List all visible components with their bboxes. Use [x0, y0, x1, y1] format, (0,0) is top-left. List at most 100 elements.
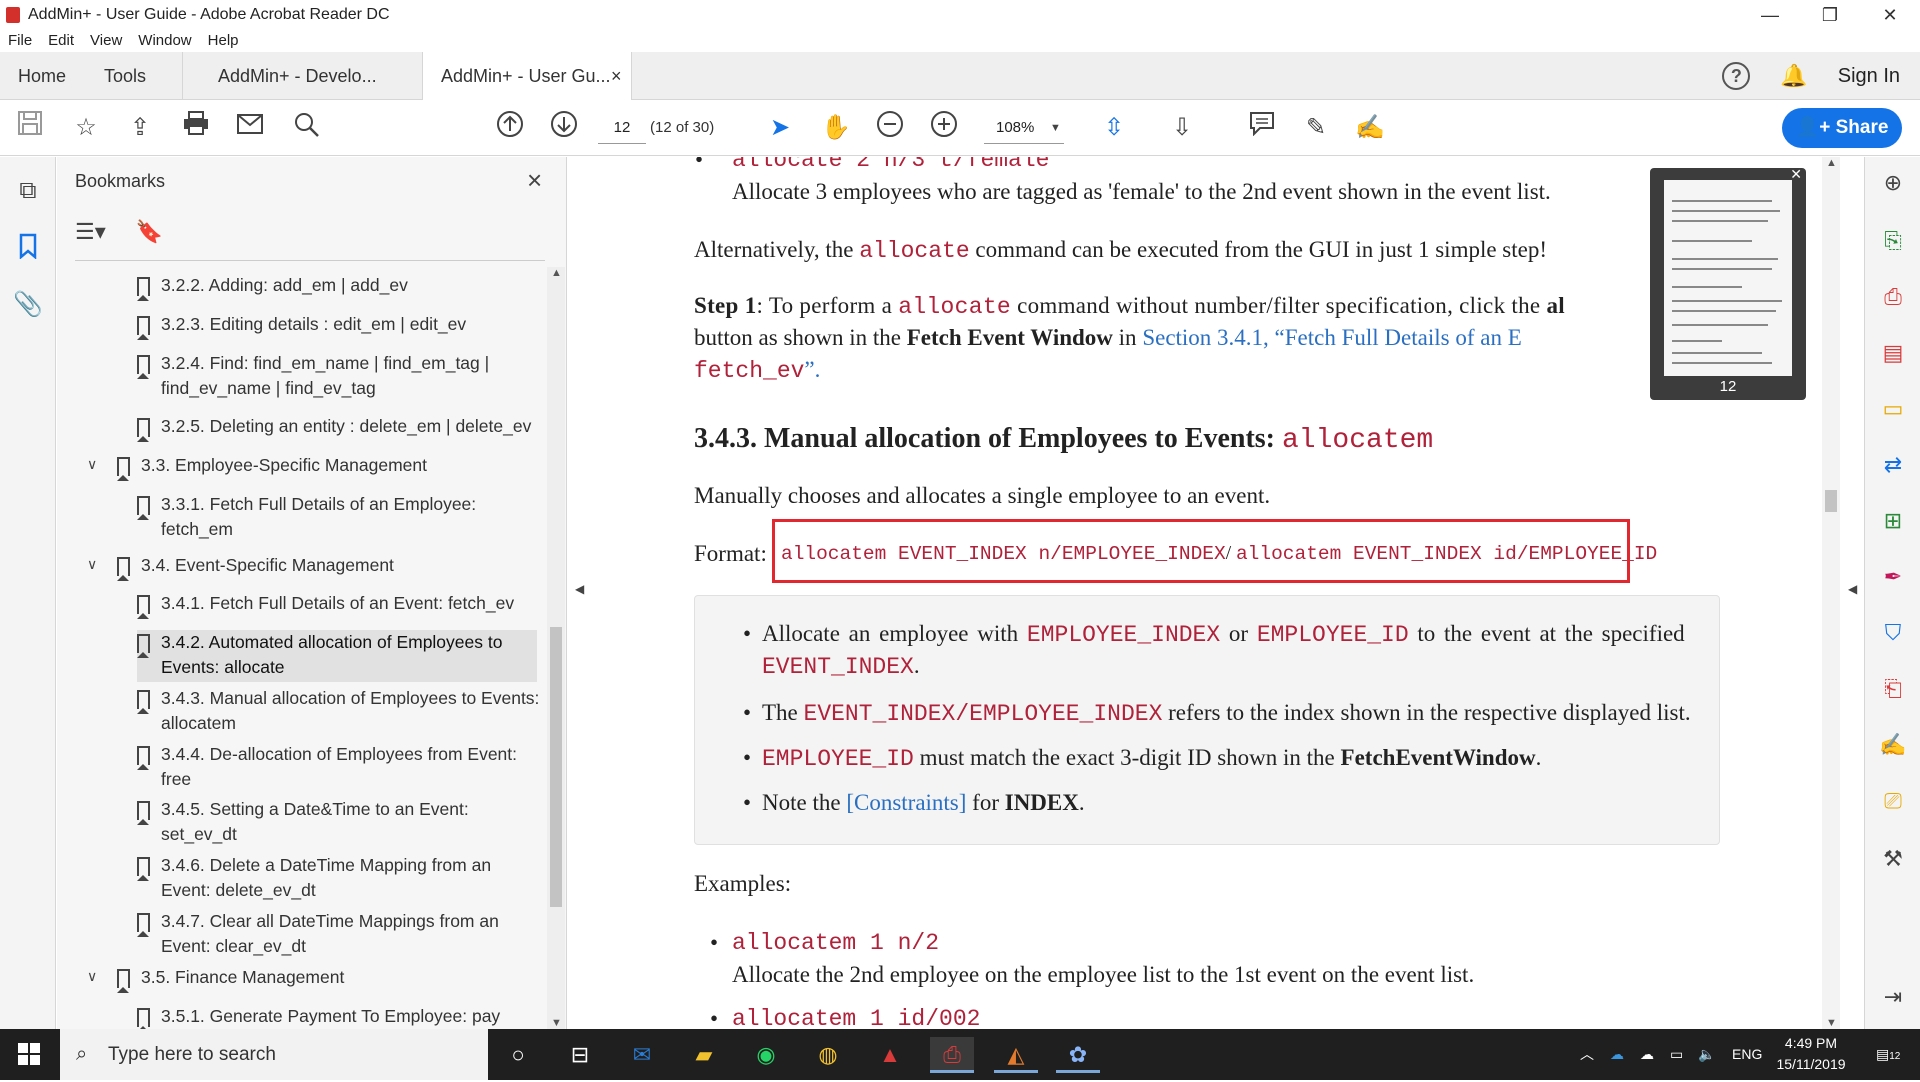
tab-close-icon[interactable]: ×	[611, 52, 622, 100]
comment-icon[interactable]	[1244, 110, 1280, 146]
sign-in-link[interactable]: Sign In	[1838, 65, 1900, 88]
menu-help[interactable]: Help	[208, 30, 239, 52]
star-bookmark-icon[interactable]: ☆	[68, 110, 104, 146]
scroll-up-icon[interactable]: ▲	[1826, 157, 1837, 169]
next-page-icon[interactable]	[546, 110, 582, 146]
bookmark-item[interactable]: 3.5.1. Generate Payment To Employee: pay	[137, 1004, 537, 1029]
windows-start-icon[interactable]	[18, 1043, 40, 1065]
tab-user-guide[interactable]: AddMin+ - User Gu... ×	[422, 52, 632, 101]
file-explorer-icon[interactable]: ▰	[682, 1037, 726, 1073]
compress-pdf-icon[interactable]: ⊞	[1877, 505, 1909, 537]
bookmark-options-icon[interactable]: ☰▾	[75, 219, 106, 245]
chevron-down-icon[interactable]: ▼	[1050, 112, 1061, 144]
battery-icon[interactable]: ▭	[1670, 1029, 1683, 1080]
scrollbar-thumb[interactable]	[1825, 490, 1837, 512]
clock[interactable]: 4:49 PM 15/11/2019	[1766, 1033, 1856, 1075]
new-bookmark-icon[interactable]: 🔖	[136, 219, 163, 245]
chevron-down-icon[interactable]: ∨	[87, 968, 97, 985]
scroll-down-icon[interactable]: ▼	[551, 1017, 562, 1029]
volume-icon[interactable]: 🔈	[1698, 1029, 1715, 1080]
notification-icon[interactable]: ▤12	[1876, 1029, 1900, 1080]
bookmark-item[interactable]: 3.3.1. Fetch Full Details of an Employee…	[137, 492, 537, 544]
bookmark-item[interactable]: 3.2.4. Find: find_em_name | find_em_tag …	[137, 351, 537, 403]
zoom-search-icon[interactable]: ⊕	[1877, 167, 1909, 199]
bookmark-item[interactable]: 3.4.3. Manual allocation of Employees to…	[137, 686, 539, 738]
cortana-icon[interactable]: ○	[496, 1037, 540, 1073]
fit-page-icon[interactable]: ⇳	[1096, 110, 1132, 146]
save-icon[interactable]	[12, 110, 48, 146]
taskbar-search-box[interactable]: ⌕ Type here to search	[60, 1029, 488, 1080]
bookmark-item[interactable]: 3.4.1. Fetch Full Details of an Event: f…	[137, 591, 537, 619]
bookmark-item[interactable]: 3.4.6. Delete a DateTime Mapping from an…	[137, 853, 537, 905]
more-tools-icon[interactable]: ⚒	[1877, 843, 1909, 875]
whatsapp-icon[interactable]: ◉	[744, 1037, 788, 1073]
bookmark-scrollbar[interactable]: ▲ ▼	[547, 267, 565, 1029]
constraints-link[interactable]: [Constraints]	[846, 790, 966, 815]
bookmark-item[interactable]: 3.5. Finance Management	[117, 965, 537, 993]
onedrive-icon[interactable]: ☁	[1610, 1029, 1624, 1080]
matlab-icon[interactable]: ◭	[994, 1037, 1038, 1073]
edit-pdf-icon[interactable]: ⎗	[1877, 673, 1909, 705]
page-thumbnails-icon[interactable]: ⧉	[12, 175, 44, 207]
zoom-in-icon[interactable]	[926, 110, 962, 146]
bookmark-item[interactable]: 3.4.4. De-allocation of Employees from E…	[137, 742, 537, 794]
sign-icon[interactable]: ✍	[1352, 110, 1388, 146]
tab-developer-guide[interactable]: AddMin+ - Develo...	[200, 52, 410, 100]
paint-icon[interactable]: ✿	[1056, 1037, 1100, 1073]
bookmark-item-selected[interactable]: 3.4.2. Automated allocation of Employees…	[137, 630, 537, 682]
protect-shield-icon[interactable]: ⛉	[1877, 617, 1909, 649]
highlight-pen-icon[interactable]: ✎	[1298, 110, 1334, 146]
collapse-rail-icon[interactable]: ⇥	[1877, 981, 1909, 1013]
tab-home[interactable]: Home	[0, 52, 66, 100]
hand-tool-icon[interactable]: ✋	[818, 110, 854, 146]
menu-edit[interactable]: Edit	[48, 30, 74, 52]
bell-icon[interactable]: 🔔	[1780, 63, 1807, 89]
outlook-icon[interactable]: ✉	[620, 1037, 664, 1073]
scroll-down-icon[interactable]: ▼	[1826, 1017, 1837, 1029]
chevron-down-icon[interactable]: ∨	[87, 456, 97, 473]
bookmark-item[interactable]: 3.4. Event-Specific Management	[117, 553, 537, 581]
page-thumbnail-popup[interactable]: ✕ 12	[1650, 166, 1806, 400]
export-pdf-icon[interactable]: ⎘	[1877, 225, 1909, 257]
angular-icon[interactable]: ▲	[868, 1037, 912, 1073]
organize-pages-icon[interactable]: ▤	[1877, 337, 1909, 369]
section-link[interactable]: Section 3.4.1, “Fetch Full Details of an…	[1142, 325, 1521, 350]
tab-tools[interactable]: Tools	[86, 52, 146, 100]
expand-right-panel-icon[interactable]: ◀	[1848, 582, 1857, 596]
mail-icon[interactable]	[232, 110, 268, 146]
create-pdf-icon[interactable]: ⎙	[1877, 281, 1909, 313]
select-cursor-icon[interactable]: ➤	[762, 110, 798, 146]
document-scrollbar[interactable]: ▲ ▼	[1822, 157, 1840, 1029]
help-icon[interactable]: ?	[1722, 62, 1751, 90]
combine-files-icon[interactable]: ⇄	[1877, 449, 1909, 481]
previous-page-icon[interactable]	[492, 110, 528, 146]
bookmark-item[interactable]: 3.2.2. Adding: add_em | add_ev	[137, 273, 537, 301]
minimize-button[interactable]: —	[1740, 0, 1800, 30]
menu-file[interactable]: File	[8, 30, 32, 52]
send-for-signature-icon[interactable]: ✍	[1877, 729, 1909, 761]
close-icon[interactable]: ✕	[1790, 166, 1802, 183]
bookmark-item[interactable]: 3.3. Employee-Specific Management	[117, 453, 537, 481]
scrollbar-thumb[interactable]	[550, 627, 562, 907]
comment-tool-icon[interactable]: ▭	[1877, 393, 1909, 425]
close-window-button[interactable]: ✕	[1860, 0, 1920, 30]
fill-sign-icon[interactable]: ✒	[1877, 561, 1909, 593]
cloud-icon[interactable]: ☁	[1640, 1029, 1654, 1080]
bookmarks-icon[interactable]	[12, 233, 44, 265]
attachments-icon[interactable]: 📎	[12, 289, 44, 321]
close-icon[interactable]: ×	[527, 165, 542, 196]
task-view-icon[interactable]: ⊟	[558, 1037, 602, 1073]
send-track-icon[interactable]: ⎚	[1877, 785, 1909, 817]
chevron-down-icon[interactable]: ∨	[87, 556, 97, 573]
chrome-icon[interactable]: ◍	[806, 1037, 850, 1073]
page-number-input[interactable]: 12	[598, 112, 646, 144]
show-hidden-icons[interactable]: ︿	[1580, 1029, 1594, 1080]
bookmark-item[interactable]: 3.4.7. Clear all DateTime Mappings from …	[137, 909, 537, 961]
search-icon[interactable]	[288, 110, 324, 146]
bookmark-item[interactable]: 3.2.5. Deleting an entity : delete_em | …	[137, 414, 537, 442]
restore-button[interactable]: ❐	[1800, 0, 1860, 30]
zoom-out-icon[interactable]	[872, 110, 908, 146]
collapse-panel-icon[interactable]: ◀	[575, 582, 584, 596]
bookmark-item[interactable]: 3.2.3. Editing details : edit_em | edit_…	[137, 312, 537, 340]
menu-view[interactable]: View	[90, 30, 122, 52]
